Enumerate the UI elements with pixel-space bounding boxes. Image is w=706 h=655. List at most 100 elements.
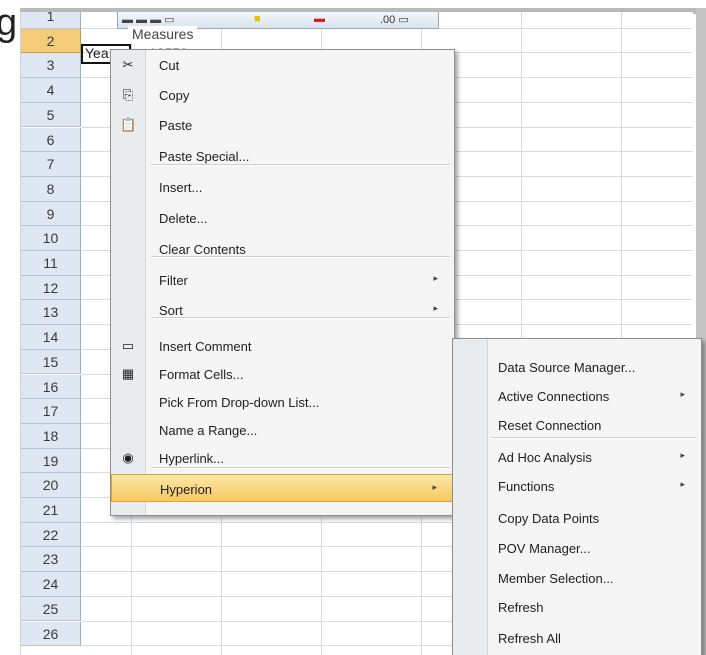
- menu-item-name-a-range[interactable]: Name a Range...: [111, 416, 454, 444]
- submenu-arrow-icon: ▸: [680, 450, 685, 460]
- menu-item-label: Delete...: [159, 211, 208, 226]
- row-header-26[interactable]: 26: [21, 621, 81, 647]
- submenu-item-functions[interactable]: Functions ▸: [453, 472, 701, 500]
- menu-item-copy[interactable]: ⎘ Copy: [111, 81, 454, 109]
- menu-item-clear-contents[interactable]: Clear Contents: [111, 235, 454, 263]
- row-header-7[interactable]: 7: [21, 152, 81, 177]
- scissors-icon: ✂: [122, 57, 134, 72]
- submenu-arrow-icon: ▸: [680, 479, 685, 489]
- row-header-11[interactable]: 11: [21, 251, 81, 276]
- decimal-icon[interactable]: .00 ▭: [380, 13, 409, 26]
- row-header-15[interactable]: 15: [21, 349, 81, 375]
- row-header-6[interactable]: 6: [21, 127, 81, 153]
- menu-item-label: Filter: [159, 273, 188, 288]
- menu-item-insert[interactable]: Insert...: [111, 173, 454, 201]
- submenu-item-refresh[interactable]: Refresh: [453, 593, 701, 621]
- menu-item-label: Paste Special...: [159, 149, 250, 164]
- submenu-item-pov-manager[interactable]: POV Manager...: [453, 534, 701, 562]
- menu-separator: [151, 317, 450, 319]
- menu-item-format-cells[interactable]: ▦ Format Cells...: [111, 360, 454, 388]
- row-header-20[interactable]: 20: [21, 473, 81, 498]
- submenu-arrow-icon: ▸: [680, 389, 685, 399]
- row-header-1[interactable]: 1: [21, 12, 81, 29]
- submenu-arrow-icon: ▸: [433, 303, 438, 313]
- highlight-color-icon[interactable]: ■: [254, 13, 261, 25]
- mini-toolbar-buttons[interactable]: ▬ ▬ ▬ ▭: [122, 13, 175, 26]
- row-header-5[interactable]: 5: [21, 102, 81, 128]
- menu-item-label: Pick From Drop-down List...: [159, 395, 320, 410]
- row-header-8[interactable]: 8: [21, 176, 81, 202]
- measures-text: Measures: [128, 26, 198, 42]
- menu-separator: [151, 256, 450, 258]
- row-header-17[interactable]: 17: [21, 399, 81, 424]
- row-header-14[interactable]: 14: [21, 325, 81, 350]
- hyperlink-icon: ◉: [122, 450, 134, 465]
- format-cells-icon: ▦: [121, 366, 135, 381]
- menu-item-filter[interactable]: Filter ▸: [111, 266, 454, 294]
- submenu-item-refresh-all[interactable]: Refresh All: [453, 624, 701, 652]
- row-header-23[interactable]: 23: [21, 547, 81, 573]
- menu-item-sort[interactable]: Sort ▸: [111, 296, 454, 324]
- menu-item-label: Clear Contents: [159, 242, 246, 257]
- row-header-13[interactable]: 13: [21, 300, 81, 326]
- submenu-item-label: Reset Connection: [498, 418, 602, 433]
- row-header-19[interactable]: 19: [21, 448, 81, 474]
- menu-item-cut[interactable]: ✂ Cut: [111, 51, 454, 79]
- submenu-item-data-source-manager[interactable]: Data Source Manager...: [453, 353, 701, 381]
- row-header-25[interactable]: 25: [21, 596, 81, 622]
- submenu-item-label: Refresh All: [498, 631, 561, 646]
- submenu-item-label: Refresh: [498, 600, 544, 615]
- menu-item-label: Name a Range...: [159, 423, 258, 438]
- row-header-24[interactable]: 24: [21, 572, 81, 597]
- menu-item-hyperion[interactable]: Hyperion ▸: [111, 474, 454, 502]
- row-header-21[interactable]: 21: [21, 498, 81, 523]
- menu-separator: [491, 437, 697, 439]
- menu-item-label: Insert Comment: [159, 339, 252, 354]
- menu-item-label: Hyperlink...: [159, 451, 225, 466]
- copy-icon: ⎘: [122, 87, 134, 102]
- cell-a2[interactable]: Yea: [85, 45, 109, 61]
- comment-icon: ▭: [121, 338, 135, 353]
- row-header-22[interactable]: 22: [21, 522, 81, 548]
- context-menu[interactable]: ✂ Cut ⎘ Copy 📋 Paste Paste Special... Insert...…: [110, 49, 455, 516]
- row-header-4[interactable]: 4: [21, 78, 81, 103]
- menu-item-label: Insert...: [159, 180, 203, 195]
- paste-icon: 📋: [120, 117, 137, 132]
- submenu-item-active-connections[interactable]: Active Connections ▸: [453, 382, 701, 410]
- row-header-16[interactable]: 16: [21, 374, 81, 400]
- menu-separator: [151, 467, 450, 469]
- submenu-item-label: Data Source Manager...: [498, 360, 636, 375]
- row-header-9[interactable]: 9: [21, 201, 81, 227]
- menu-item-delete[interactable]: Delete...: [111, 204, 454, 232]
- menu-item-label: Paste: [159, 118, 193, 133]
- row-header-2[interactable]: 2: [21, 28, 81, 54]
- menu-separator: [151, 164, 450, 166]
- submenu-arrow-icon: ▸: [433, 273, 438, 283]
- row-header-3[interactable]: 3: [21, 53, 81, 79]
- submenu-item-label: Functions: [498, 479, 555, 494]
- menu-item-label: Cut: [159, 58, 180, 73]
- row-header-12[interactable]: 12: [21, 275, 81, 301]
- menu-item-label: Hyperion: [160, 482, 213, 497]
- submenu-item-copy-data-points[interactable]: Copy Data Points: [453, 504, 701, 532]
- row-header-18[interactable]: 18: [21, 423, 81, 449]
- menu-item-insert-comment[interactable]: ▭ Insert Comment: [111, 332, 454, 360]
- font-color-icon[interactable]: ▬: [314, 13, 325, 25]
- submenu-item-member-selection[interactable]: Member Selection...: [453, 564, 701, 592]
- menu-item-pick-from-drop-down-list[interactable]: Pick From Drop-down List...: [111, 388, 454, 416]
- submenu-item-ad-hoc-analysis[interactable]: Ad Hoc Analysis ▸: [453, 443, 701, 471]
- hyperion-submenu[interactable]: Data Source Manager... Active Connections…: [452, 338, 702, 655]
- mini-toolbar[interactable]: ▬ ▬ ▬ ▭ ■ ▬ .00 ▭ Measures: [117, 12, 439, 42]
- cutoff-text: g: [0, 2, 18, 44]
- menu-item-paste[interactable]: 📋 Paste: [111, 111, 454, 139]
- menu-item-label: Format Cells...: [159, 367, 244, 382]
- menu-item-label: Copy: [159, 88, 190, 103]
- submenu-item-reset-connection[interactable]: Reset Connection: [453, 411, 701, 439]
- submenu-item-label: Ad Hoc Analysis: [498, 450, 592, 465]
- submenu-arrow-icon: ▸: [432, 482, 437, 492]
- submenu-item-label: POV Manager...: [498, 541, 591, 556]
- submenu-item-label: Copy Data Points: [498, 511, 600, 526]
- menu-item-label: Sort: [159, 303, 183, 318]
- row-header-10[interactable]: 10: [21, 226, 81, 251]
- submenu-item-label: Active Connections: [498, 389, 610, 404]
